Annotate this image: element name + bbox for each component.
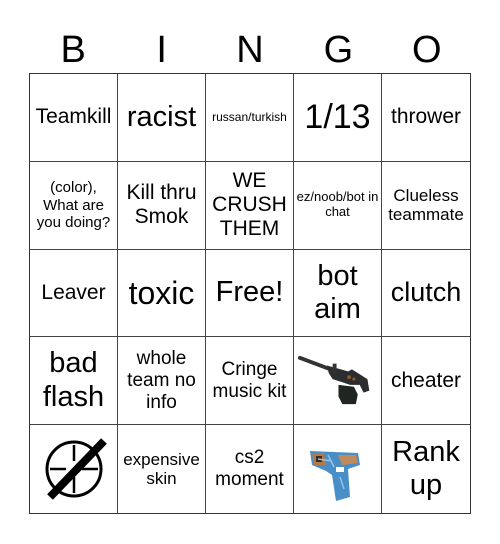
bingo-cell[interactable] — [294, 337, 382, 426]
bingo-cell[interactable]: Rank up — [382, 425, 470, 513]
header-letter-o: O — [412, 29, 442, 71]
bingo-cell[interactable]: WE CRUSH THEM — [206, 161, 294, 250]
header-letter-b: B — [60, 29, 86, 71]
bingo-card: Teamkill racist russan/turkish 1/13 thro… — [29, 73, 471, 514]
bingo-cell[interactable]: (color), What are you doing? — [30, 161, 118, 250]
bingo-cell[interactable]: cheater — [382, 337, 470, 426]
bingo-cell[interactable]: thrower — [382, 74, 470, 162]
bingo-header: B I N G O — [29, 27, 471, 73]
bingo-cell[interactable]: Clueless teammate — [382, 162, 470, 250]
bingo-cell[interactable]: cs2 moment — [206, 425, 294, 513]
bingo-cell[interactable]: clutch — [382, 250, 470, 338]
bingo-cell[interactable]: 1/13 — [294, 74, 382, 162]
bingo-cell[interactable]: ez/noob/bot in chat — [294, 161, 382, 250]
bingo-cell[interactable]: toxic — [118, 249, 206, 338]
machine-gun-skin-icon — [297, 355, 370, 404]
bingo-cell[interactable]: Leaver — [30, 249, 118, 338]
bingo-cell[interactable]: racist — [118, 74, 206, 162]
header-letter-i: I — [156, 29, 167, 71]
bingo-cell[interactable]: russan/turkish — [206, 74, 294, 162]
bingo-cell[interactable]: bad flash — [30, 337, 118, 426]
bingo-cell[interactable]: Cringe music kit — [206, 337, 294, 426]
bingo-cell[interactable]: whole team no info — [118, 337, 206, 426]
no-crosshair-icon — [45, 438, 107, 500]
bingo-cell[interactable] — [30, 425, 118, 513]
pistol-skin-icon — [309, 451, 360, 502]
free-space-cell[interactable]: Free! — [206, 249, 294, 338]
bingo-cell[interactable]: Teamkill — [30, 74, 118, 162]
bingo-cell[interactable]: Kill thru Smok — [118, 161, 206, 250]
header-letter-n: N — [236, 29, 264, 71]
header-letter-g: G — [323, 29, 354, 71]
bingo-cell[interactable]: expensive skin — [118, 425, 206, 513]
bingo-cell[interactable] — [294, 425, 382, 513]
bingo-cell[interactable]: bot aim — [294, 249, 382, 338]
